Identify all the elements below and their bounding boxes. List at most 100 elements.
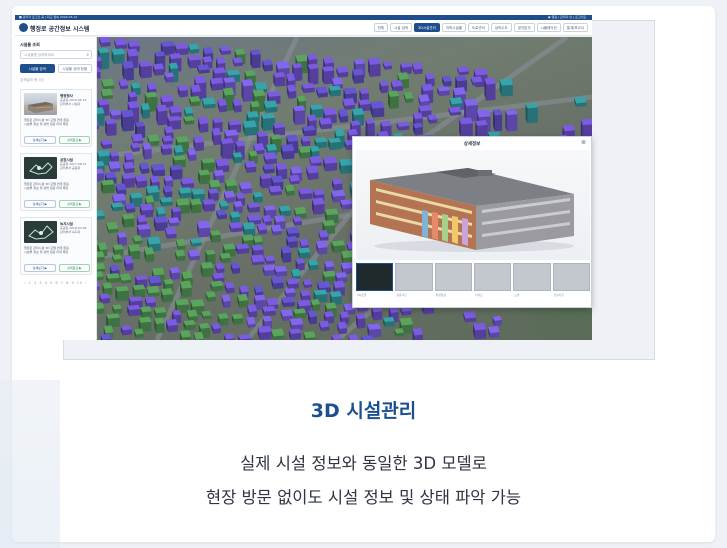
- media-thumbnail[interactable]: [395, 263, 433, 291]
- building: [152, 63, 165, 76]
- building: [215, 262, 225, 274]
- building: [201, 310, 212, 320]
- building: [123, 161, 135, 174]
- building: [193, 135, 204, 152]
- facility-meta-2: 관리부서 녹지과: [60, 230, 81, 234]
- building: [177, 84, 188, 98]
- building: [273, 72, 286, 87]
- facility-desc-2: 시설물 정보 및 상태 점검 이력 확인: [24, 250, 69, 254]
- building: [120, 325, 133, 336]
- sidebar-title: 시설물 조회: [20, 42, 40, 47]
- building: [328, 137, 342, 151]
- building: [342, 97, 355, 111]
- building: [121, 109, 135, 132]
- building: [190, 238, 202, 247]
- building: [297, 247, 311, 259]
- list-item[interactable]: 녹지시설 준공일 2016.03.09 관리부서 녹지과 행정로 관리시설 3D…: [20, 217, 92, 275]
- building: [295, 258, 305, 271]
- tab-facility-status[interactable]: 시설물 상태 현황: [57, 64, 92, 73]
- building: [97, 335, 99, 340]
- building: [331, 178, 343, 191]
- pagination[interactable]: ‹ 1 2 3 4 5 6 7 8 9 10 ›: [20, 281, 92, 285]
- menu-item[interactable]: 3D시설관리: [414, 23, 440, 32]
- menu-item[interactable]: 공간분석: [513, 23, 535, 32]
- facility-desc: 행정로 관리시설 3D 모델 연계 완료 시설물 정보 및 상태 점검 이력 확…: [24, 246, 90, 254]
- building: [574, 96, 587, 108]
- 3d-model-viewer[interactable]: [356, 150, 590, 260]
- inspect-button[interactable]: 상태점검 ▶: [58, 264, 90, 272]
- building: [112, 304, 122, 315]
- menu-item[interactable]: 도로관리: [467, 23, 489, 32]
- building: [338, 108, 349, 123]
- media-thumbnail[interactable]: [473, 263, 512, 291]
- building: [271, 224, 282, 236]
- building: [505, 109, 518, 132]
- facility-meta: 행정청사 준공일 2019.05.14 관리부서 시설과: [60, 94, 86, 106]
- building: [262, 305, 276, 317]
- media-thumbnail[interactable]: [356, 263, 394, 291]
- building: [160, 288, 174, 303]
- menu-item[interactable]: 통계/보고서: [562, 23, 588, 32]
- building: [308, 259, 319, 271]
- building: [442, 75, 452, 88]
- building: [281, 246, 292, 263]
- menu-item[interactable]: 지하시설물: [441, 23, 466, 32]
- building: [339, 158, 353, 175]
- building: [463, 310, 477, 323]
- menu-item[interactable]: 시뮬레이션: [536, 23, 561, 32]
- building: [151, 163, 166, 177]
- building: [403, 91, 414, 104]
- map-thumbnail-icon: [29, 162, 53, 175]
- search-placeholder: 시설물명 입력하세요: [24, 53, 55, 57]
- building: [289, 317, 304, 331]
- building: [187, 148, 197, 162]
- detail-button[interactable]: 상세보기 ▶: [24, 264, 56, 272]
- building: [499, 78, 513, 97]
- building: [525, 102, 539, 124]
- building: [286, 278, 299, 290]
- building: [279, 205, 291, 217]
- building: [312, 197, 325, 215]
- building: [105, 118, 117, 137]
- media-thumbnail[interactable]: [513, 263, 551, 291]
- building: [391, 80, 403, 92]
- detail-button[interactable]: 상세보기 ▶: [24, 200, 56, 208]
- building: [361, 335, 374, 340]
- media-thumbnail[interactable]: [434, 263, 472, 291]
- building: [298, 187, 313, 200]
- building: [224, 282, 235, 294]
- building: [488, 326, 500, 339]
- tab-facility-search[interactable]: 시설물 검색: [20, 64, 55, 73]
- inspect-button[interactable]: 상태점검 ▶: [58, 136, 90, 144]
- inspect-button[interactable]: 상태점검 ▶: [58, 200, 90, 208]
- building: [210, 280, 224, 292]
- building: [139, 162, 150, 174]
- building: [457, 66, 469, 76]
- building: [268, 185, 282, 196]
- building: [271, 276, 284, 290]
- search-input[interactable]: 시설물명 입력하세요 ⌕: [20, 50, 92, 59]
- list-item[interactable]: 공원시설 준공일 2017.08.21 관리부서 공원과 행정로 관리시설 3D…: [20, 153, 92, 211]
- facility-thumbnail: [24, 221, 57, 243]
- list-item[interactable]: 행정청사 준공일 2019.05.14 관리부서 시설과 행정로 관리시설 3D…: [20, 89, 92, 147]
- building: [412, 62, 423, 75]
- building: [238, 334, 252, 340]
- building: [109, 109, 121, 121]
- search-icon[interactable]: ⌕: [86, 51, 89, 59]
- detail-button[interactable]: 상세보기 ▶: [24, 136, 56, 144]
- menu-item[interactable]: 전체: [373, 23, 389, 32]
- building: [119, 273, 132, 284]
- building-model-icon: [370, 168, 574, 252]
- map-thumbnail-icon: [28, 225, 54, 240]
- building: [336, 66, 349, 78]
- building: [235, 243, 250, 255]
- menu-item[interactable]: 상하수도: [490, 23, 512, 32]
- menu-item[interactable]: 시설 검색: [390, 23, 413, 32]
- building: [140, 102, 150, 120]
- close-icon[interactable]: ⊗: [581, 139, 586, 146]
- media-thumbnail[interactable]: [552, 263, 590, 291]
- building: [198, 116, 209, 133]
- building: [319, 320, 330, 332]
- building: [132, 284, 146, 299]
- building: [448, 106, 462, 116]
